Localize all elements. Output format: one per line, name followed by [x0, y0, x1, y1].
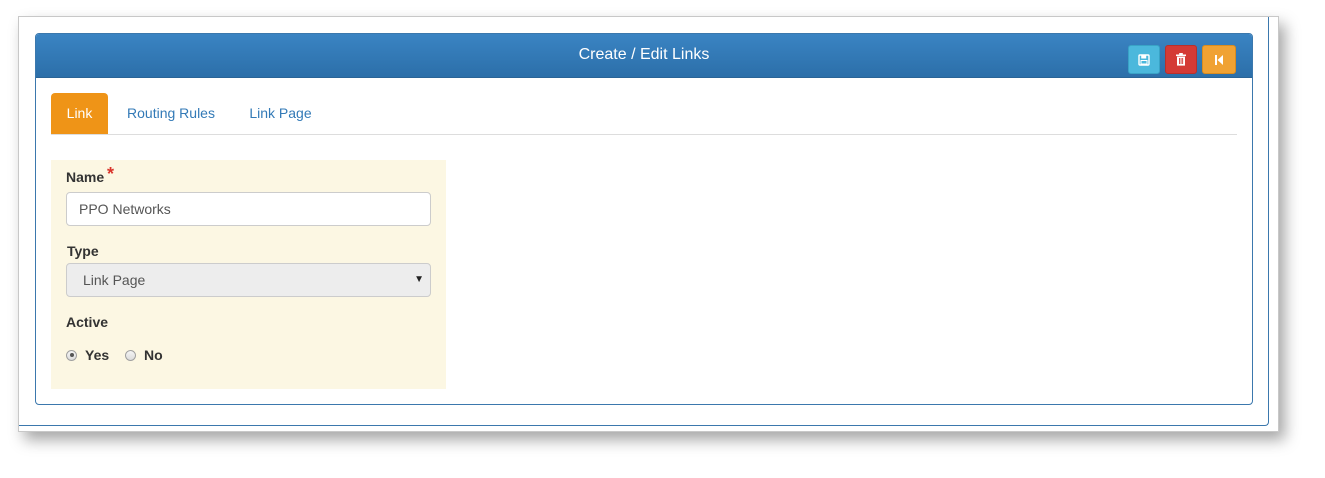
floppy-disk-icon	[1138, 53, 1150, 66]
window: Create / Edit Links Link Routing Rules L…	[18, 16, 1279, 432]
panel-title: Create / Edit Links	[578, 46, 710, 63]
active-no-radio[interactable]	[125, 349, 136, 361]
required-marker: *	[107, 164, 115, 184]
active-label: Active	[66, 314, 109, 330]
tab-link-page[interactable]: Link Page	[238, 93, 323, 134]
active-yes-radio[interactable]	[66, 349, 77, 361]
type-label: Type	[67, 243, 99, 259]
tab-routing-rules[interactable]: Routing Rules	[116, 93, 226, 134]
delete-button[interactable]	[1165, 45, 1197, 74]
active-yes-option[interactable]: Yes	[66, 347, 109, 363]
save-button[interactable]	[1128, 45, 1160, 74]
name-input[interactable]: PPO Networks	[66, 192, 431, 226]
type-select-value: Link Page	[83, 272, 146, 288]
trash-icon	[1176, 53, 1186, 66]
active-yes-label: Yes	[85, 347, 110, 363]
active-no-option[interactable]: No	[125, 347, 163, 363]
panel-header: Create / Edit Links	[36, 34, 1252, 78]
edit-links-panel: Create / Edit Links Link Routing Rules L…	[35, 33, 1253, 405]
link-form: Name * PPO Networks Type Link Page ▼ Act…	[51, 160, 446, 389]
step-backward-icon	[1215, 54, 1223, 65]
tab-link[interactable]: Link	[51, 93, 108, 134]
tab-bar: Link Routing Rules Link Page	[51, 93, 1237, 135]
type-select[interactable]: Link Page ▼	[66, 263, 431, 297]
name-label: Name	[66, 169, 105, 185]
active-no-label: No	[144, 347, 163, 363]
back-button[interactable]	[1202, 45, 1236, 74]
caret-down-icon: ▼	[414, 274, 424, 285]
